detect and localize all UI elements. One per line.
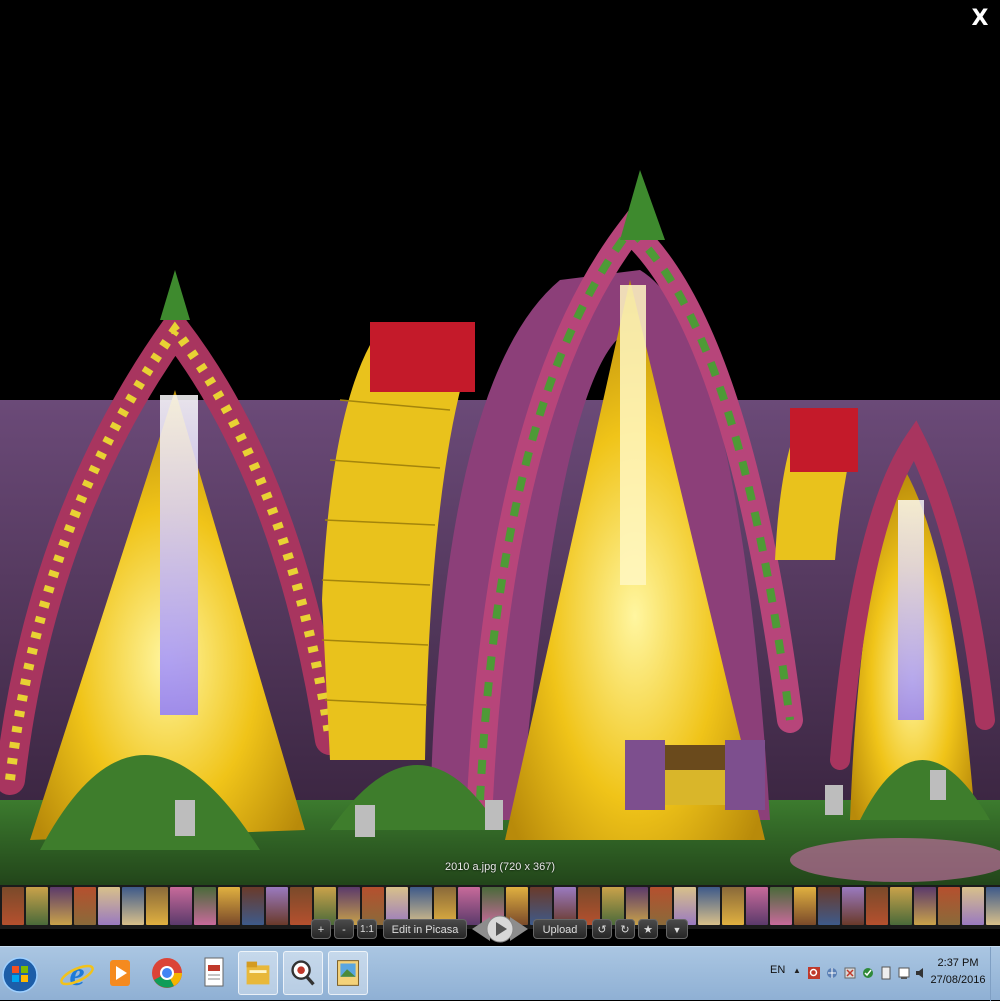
- windows-taskbar: e EN ▲ 2:37 PM 27/08/2016: [0, 946, 1000, 1001]
- action-center-tray-icon[interactable]: [898, 966, 910, 980]
- volume-tray-icon[interactable]: [914, 966, 926, 980]
- photo-viewer-taskbar-icon[interactable]: [328, 951, 368, 995]
- device-tray-icon[interactable]: [880, 966, 892, 980]
- language-indicator[interactable]: EN: [770, 964, 785, 976]
- start-button[interactable]: [0, 951, 40, 995]
- upload-button[interactable]: Upload: [533, 919, 587, 939]
- picasa-search-icon[interactable]: [283, 951, 323, 995]
- play-slideshow-controls[interactable]: [470, 913, 530, 945]
- zoom-in-button[interactable]: +: [311, 919, 331, 939]
- edit-in-picasa-button[interactable]: Edit in Picasa: [383, 919, 467, 939]
- internet-explorer-icon[interactable]: e: [57, 951, 97, 995]
- zoom-out-button[interactable]: -: [334, 919, 354, 939]
- clock-time: 2:37 PM: [937, 957, 979, 969]
- security-tray-icon[interactable]: [844, 966, 856, 980]
- viewer-toolbar: + - 1:1 Edit in Picasa Upload ↺ ↻ ★ ▼: [0, 912, 1000, 946]
- actual-size-button[interactable]: 1:1: [357, 919, 377, 939]
- taskbar-clock[interactable]: 2:37 PM 27/08/2016: [928, 955, 988, 989]
- windows-logo-icon: [12, 966, 19, 973]
- star-button[interactable]: ★: [638, 919, 658, 939]
- show-desktop-button[interactable]: [990, 947, 1000, 1001]
- image-caption: 2010 a.jpg (720 x 367): [444, 861, 556, 873]
- chrome-icon[interactable]: [147, 951, 187, 995]
- clock-date: 27/08/2016: [930, 974, 986, 986]
- network-tray-icon[interactable]: [826, 966, 838, 980]
- photo-viewer: X 2010 a.jpg (720 x 367): [0, 0, 1000, 885]
- show-hidden-icons-button[interactable]: ▲: [793, 966, 801, 975]
- update-tray-icon[interactable]: [862, 966, 874, 980]
- document-app-icon[interactable]: [194, 951, 234, 995]
- more-options-button[interactable]: ▼: [666, 919, 688, 939]
- svg-text:e: e: [69, 956, 84, 993]
- stage-photo: [0, 0, 1000, 885]
- rotate-left-button[interactable]: ↺: [592, 919, 612, 939]
- file-explorer-icon[interactable]: [238, 951, 278, 995]
- search-tray-icon[interactable]: [808, 966, 820, 980]
- rotate-right-button[interactable]: ↻: [615, 919, 635, 939]
- close-viewer-button[interactable]: X: [968, 6, 992, 32]
- media-player-icon[interactable]: [100, 951, 140, 995]
